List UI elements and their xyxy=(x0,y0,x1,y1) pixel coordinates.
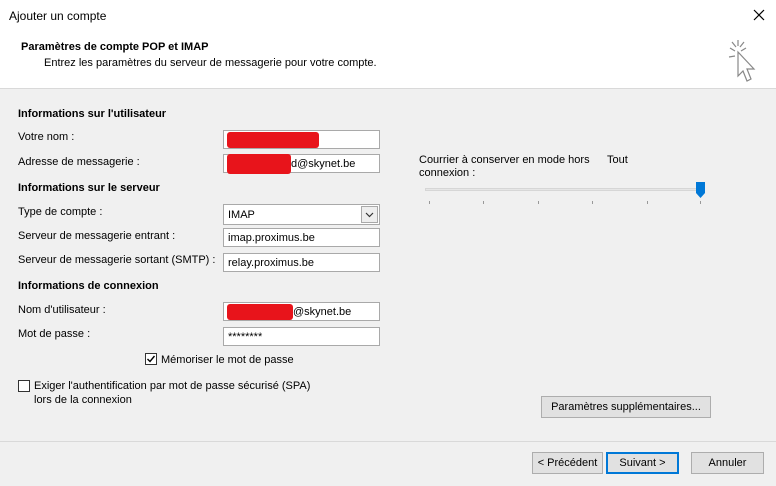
redaction-mark xyxy=(227,131,319,148)
remember-password-label: Mémoriser le mot de passe xyxy=(161,354,294,366)
page-title: Paramètres de compte POP et IMAP xyxy=(21,41,209,53)
previous-button[interactable]: < Précédent xyxy=(532,452,603,474)
chevron-down-icon xyxy=(365,212,374,217)
outgoing-server-label: Serveur de messagerie sortant (SMTP) : xyxy=(18,254,216,266)
section-server-info: Informations sur le serveur xyxy=(18,182,160,194)
dropdown-button[interactable] xyxy=(361,206,378,223)
account-type-select[interactable]: IMAP xyxy=(223,204,380,225)
email-label: Adresse de messagerie : xyxy=(18,156,140,168)
check-icon xyxy=(147,355,156,363)
slider-tick xyxy=(592,201,593,204)
name-label: Votre nom : xyxy=(18,131,75,143)
cancel-button[interactable]: Annuler xyxy=(691,452,764,474)
offline-slider-thumb[interactable] xyxy=(696,182,705,198)
slider-tick xyxy=(647,201,648,204)
spa-label-line1: Exiger l'authentification par mot de pas… xyxy=(34,380,311,392)
slider-tick xyxy=(538,201,539,204)
outgoing-server-input[interactable]: relay.proximus.be xyxy=(223,253,380,272)
incoming-server-label: Serveur de messagerie entrant : xyxy=(18,230,176,242)
slider-tick xyxy=(700,201,701,204)
remember-password-checkbox[interactable] xyxy=(145,353,157,365)
offline-slider-track[interactable] xyxy=(425,188,705,191)
spa-label-line2: lors de la connexion xyxy=(34,394,132,406)
email-value: d@skynet.be xyxy=(291,157,356,170)
page-subtitle: Entrez les paramètres du serveur de mess… xyxy=(44,57,377,69)
account-type-label: Type de compte : xyxy=(18,206,103,218)
slider-tick xyxy=(483,201,484,204)
offline-label-line2: connexion : xyxy=(419,167,476,179)
cursor-click-icon xyxy=(726,38,762,87)
username-input[interactable]: @skynet.be xyxy=(223,302,380,321)
title-bar xyxy=(0,0,776,32)
section-user-info: Informations sur l'utilisateur xyxy=(18,108,167,120)
footer-divider xyxy=(0,441,776,442)
offline-value-label: Tout xyxy=(607,154,628,166)
next-button[interactable]: Suivant > xyxy=(606,452,679,474)
more-settings-button[interactable]: Paramètres supplémentaires... xyxy=(541,396,711,418)
name-input[interactable] xyxy=(223,130,380,149)
username-value: @skynet.be xyxy=(293,305,352,318)
offline-label-line1: Courrier à conserver en mode hors xyxy=(419,154,590,166)
username-label: Nom d'utilisateur : xyxy=(18,304,106,316)
redaction-mark xyxy=(227,153,291,174)
section-login-info: Informations de connexion xyxy=(18,280,159,292)
email-input[interactable]: d@skynet.be xyxy=(223,153,380,174)
account-type-value: IMAP xyxy=(228,208,255,221)
incoming-server-input[interactable]: imap.proximus.be xyxy=(223,228,380,247)
window-title: Ajouter un compte xyxy=(9,9,107,23)
spa-checkbox[interactable] xyxy=(18,380,30,392)
close-button[interactable] xyxy=(748,5,770,25)
password-label: Mot de passe : xyxy=(18,328,91,340)
password-input[interactable]: ******** xyxy=(223,327,380,346)
slider-tick xyxy=(429,201,430,204)
close-icon xyxy=(753,9,765,21)
redaction-mark xyxy=(227,303,293,320)
